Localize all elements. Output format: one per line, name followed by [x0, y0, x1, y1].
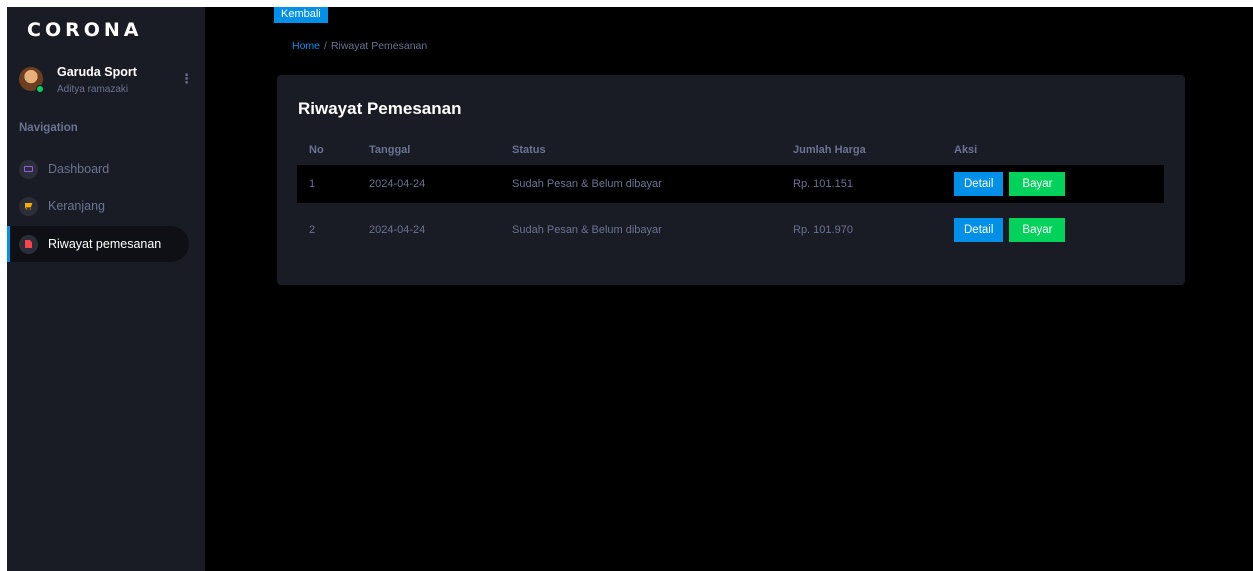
profile[interactable]: Garuda Sport Aditya ramazaki ⋮	[19, 65, 195, 105]
document-icon	[19, 234, 38, 254]
breadcrumb: Home / Riwayat Pemesanan	[292, 40, 427, 52]
row-amount: Rp. 101.151	[793, 178, 853, 190]
table-row: 1 2024-04-24 Sudah Pesan & Belum dibayar…	[297, 165, 1164, 203]
detail-button[interactable]: Detail	[954, 172, 1004, 196]
breadcrumb-home-link[interactable]: Home	[292, 40, 320, 52]
order-history-card: Riwayat Pemesanan No Tanggal Status Juml…	[277, 75, 1185, 285]
breadcrumb-current: Riwayat Pemesanan	[330, 40, 428, 52]
pay-button[interactable]: Bayar	[1009, 218, 1066, 242]
sidebar-item-label: Keranjang	[48, 199, 105, 213]
row-date: 2024-04-24	[369, 224, 426, 236]
row-actions: Detail Bayar	[954, 165, 1066, 203]
brand-logo[interactable]: CORONA	[27, 19, 142, 41]
column-header-status: Status	[512, 144, 546, 156]
row-number: 1	[309, 178, 316, 190]
sidebar-item-dashboard[interactable]: Dashboard	[7, 151, 189, 187]
sidebar: CORONA Garuda Sport Aditya ramazaki ⋮ Na…	[7, 7, 205, 571]
back-button[interactable]: Kembali	[274, 7, 328, 23]
breadcrumb-separator: /	[324, 40, 327, 52]
more-options-icon[interactable]: ⋮	[180, 73, 193, 86]
sidebar-item-label: Riwayat pemesanan	[48, 237, 162, 251]
sidebar-item-riwayat-pemesanan[interactable]: Riwayat pemesanan	[7, 226, 189, 262]
profile-subtitle: Aditya ramazaki	[57, 84, 129, 95]
table-row: 2 2024-04-24 Sudah Pesan & Belum dibayar…	[297, 211, 1164, 249]
cart-icon	[19, 196, 38, 216]
sidebar-item-keranjang[interactable]: Keranjang	[7, 188, 189, 224]
pay-button[interactable]: Bayar	[1009, 172, 1066, 196]
row-status: Sudah Pesan & Belum dibayar	[512, 178, 662, 190]
nav-heading: Navigation	[19, 122, 78, 134]
online-status-icon	[36, 85, 44, 93]
table-header: No Tanggal Status Jumlah Harga Aksi	[297, 135, 1164, 165]
card-title: Riwayat Pemesanan	[298, 99, 462, 118]
row-amount: Rp. 101.970	[793, 224, 853, 236]
column-header-no: No	[309, 144, 324, 156]
app-frame: CORONA Garuda Sport Aditya ramazaki ⋮ Na…	[7, 7, 1253, 571]
profile-name: Garuda Sport	[57, 65, 137, 79]
row-actions: Detail Bayar	[954, 211, 1066, 249]
column-header-tanggal: Tanggal	[369, 144, 411, 156]
row-status: Sudah Pesan & Belum dibayar	[512, 224, 662, 236]
column-header-jumlah-harga: Jumlah Harga	[793, 144, 866, 156]
row-date: 2024-04-24	[369, 178, 426, 190]
detail-button[interactable]: Detail	[954, 218, 1004, 242]
sidebar-item-label: Dashboard	[48, 162, 110, 176]
monitor-icon	[19, 159, 38, 179]
column-header-aksi: Aksi	[954, 144, 978, 156]
row-number: 2	[309, 224, 316, 236]
